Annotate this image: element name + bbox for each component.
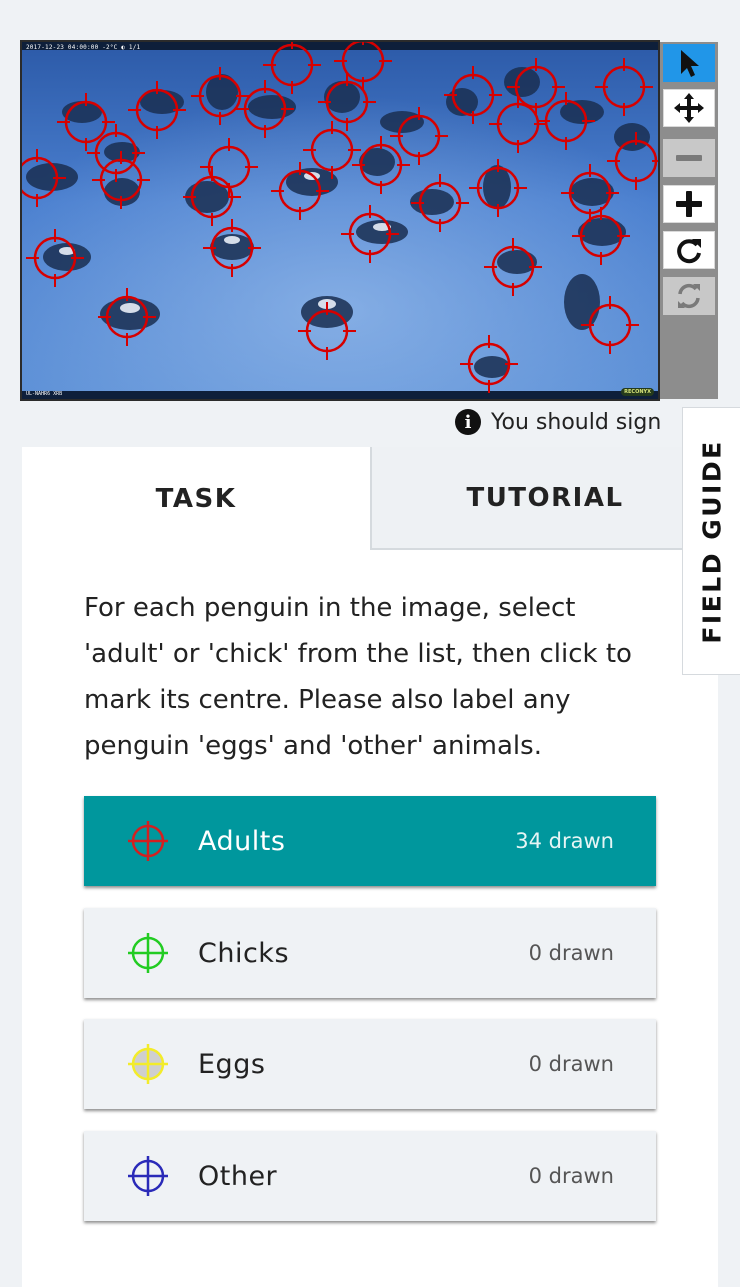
choice-label: Adults xyxy=(198,825,286,857)
adult-penguin-mark[interactable] xyxy=(561,164,619,222)
task-instructions: For each penguin in the image, select 'a… xyxy=(84,593,632,761)
adult-penguin-mark[interactable] xyxy=(98,288,156,346)
adult-penguin-mark[interactable] xyxy=(191,67,249,125)
signin-notice: i You should sign xyxy=(455,406,661,438)
adult-penguin-mark[interactable] xyxy=(341,205,399,263)
choice-label: Other xyxy=(198,1160,278,1192)
adult-penguin-mark[interactable] xyxy=(489,95,547,153)
rotate-button[interactable] xyxy=(663,231,715,269)
move-tool-button[interactable] xyxy=(663,89,715,127)
adult-penguin-mark[interactable] xyxy=(444,66,502,124)
annotate-tool-button[interactable] xyxy=(663,44,715,82)
adult-penguin-mark[interactable] xyxy=(271,162,329,220)
adult-penguin-mark[interactable] xyxy=(484,238,542,296)
choice-label: Chicks xyxy=(198,937,290,969)
adult-penguin-mark[interactable] xyxy=(581,296,639,354)
choice-eggs[interactable]: Eggs 0 drawn xyxy=(84,1019,656,1109)
zoom-out-button[interactable] xyxy=(663,139,715,177)
adult-penguin-mark[interactable] xyxy=(572,207,630,265)
adult-penguin-mark[interactable] xyxy=(92,151,150,209)
crosshair-icon xyxy=(128,933,168,973)
subject-viewer[interactable]: 2017-12-23 04:00:00 -2°C ◐ 1/1 UL-NAHR6 … xyxy=(20,40,660,401)
adult-penguin-mark[interactable] xyxy=(411,174,469,232)
choice-count: 0 drawn xyxy=(528,1052,614,1076)
choice-chicks[interactable]: Chicks 0 drawn xyxy=(84,908,656,998)
adult-penguin-mark[interactable] xyxy=(128,81,186,139)
crosshair-icon xyxy=(128,821,168,861)
adult-penguin-mark[interactable] xyxy=(460,335,518,393)
reset-icon xyxy=(678,283,700,309)
choice-count: 34 drawn xyxy=(515,829,614,853)
adult-penguin-mark[interactable] xyxy=(607,132,658,190)
field-guide-label: FIELD GUIDE xyxy=(697,438,727,644)
adult-penguin-mark[interactable] xyxy=(507,58,565,116)
task-panel: TASK TUTORIAL For each penguin in the im… xyxy=(22,447,718,1287)
reset-view-button[interactable] xyxy=(663,277,715,315)
choice-other[interactable]: Other 0 drawn xyxy=(84,1131,656,1221)
field-guide-tab[interactable]: FIELD GUIDE xyxy=(682,407,740,675)
adult-penguin-mark[interactable] xyxy=(87,124,145,182)
zoom-in-icon xyxy=(676,191,702,217)
adult-penguin-mark[interactable] xyxy=(303,121,361,179)
adult-penguin-mark[interactable] xyxy=(183,168,241,226)
tab-tutorial[interactable]: TUTORIAL xyxy=(370,447,718,550)
zoom-in-button[interactable] xyxy=(663,185,715,223)
adult-penguin-mark[interactable] xyxy=(22,149,66,207)
move-icon xyxy=(674,93,704,123)
zoom-out-icon xyxy=(676,155,702,161)
adult-penguin-mark[interactable] xyxy=(469,159,527,217)
info-icon: i xyxy=(455,409,481,435)
choice-label: Eggs xyxy=(198,1048,266,1080)
choice-count: 0 drawn xyxy=(528,941,614,965)
pointer-icon xyxy=(681,50,699,77)
signin-text[interactable]: You should sign xyxy=(491,410,661,435)
choice-count: 0 drawn xyxy=(528,1164,614,1188)
adult-penguin-mark[interactable] xyxy=(595,58,653,116)
annotation-marks-layer[interactable] xyxy=(22,42,658,399)
adult-penguin-mark[interactable] xyxy=(236,80,294,138)
adult-penguin-mark[interactable] xyxy=(203,219,261,277)
tab-task[interactable]: TASK xyxy=(22,447,370,550)
image-toolbar xyxy=(660,42,718,399)
crosshair-icon xyxy=(128,1044,168,1084)
crosshair-icon xyxy=(128,1156,168,1196)
adult-penguin-mark[interactable] xyxy=(298,302,356,360)
adult-penguin-mark[interactable] xyxy=(263,42,321,94)
adult-penguin-mark[interactable] xyxy=(26,229,84,287)
choice-adults[interactable]: Adults 34 drawn xyxy=(84,796,656,886)
adult-penguin-mark[interactable] xyxy=(537,92,595,150)
rotate-icon xyxy=(677,239,701,264)
adult-penguin-mark[interactable] xyxy=(57,93,115,151)
